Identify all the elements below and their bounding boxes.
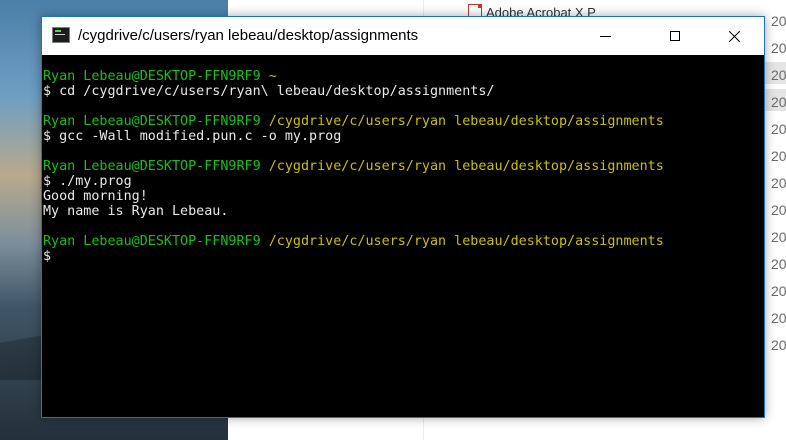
close-icon [729, 30, 741, 42]
prompt-line: Ryan Lebeau@DESKTOP-FFN9RF9 ~ [43, 69, 761, 84]
scrollbar-track[interactable] [754, 55, 763, 416]
minimize-button[interactable] [582, 17, 628, 55]
command-line: $ cd /cygdrive/c/users/ryan\ lebeau/desk… [43, 84, 761, 99]
command-line: $ ./my.prog [43, 174, 761, 189]
date-cell: 20 [771, 94, 786, 110]
close-button[interactable] [712, 17, 758, 55]
prompt-line: Ryan Lebeau@DESKTOP-FFN9RF9 /cygdrive/c/… [43, 234, 761, 249]
date-cell: 20 [771, 67, 786, 83]
minimize-icon [599, 35, 611, 37]
prompt-path: /cygdrive/c/users/ryan lebeau/desktop/as… [268, 234, 664, 249]
date-cell: 20 [771, 256, 786, 272]
window-title: /cygdrive/c/users/ryan lebeau/desktop/as… [78, 27, 419, 44]
date-cell: 20 [771, 148, 786, 164]
prompt-user-host: Ryan Lebeau@DESKTOP-FFN9RF9 [43, 159, 261, 174]
terminal-app-icon[interactable] [52, 27, 70, 43]
command-line: $ gcc -Wall modified.pun.c -o my.prog [43, 129, 761, 144]
date-cell: 20 [771, 310, 786, 326]
terminal-window[interactable]: /cygdrive/c/users/ryan lebeau/desktop/as… [41, 16, 765, 418]
date-cell: 20 [771, 337, 786, 353]
date-cell: 20 [771, 13, 786, 29]
prompt-line: Ryan Lebeau@DESKTOP-FFN9RF9 /cygdrive/c/… [43, 114, 761, 129]
command-text: $ cd /cygdrive/c/users/ryan\ lebeau/desk… [43, 84, 495, 99]
date-cell: 20 [771, 121, 786, 137]
prompt-user-host: Ryan Lebeau@DESKTOP-FFN9RF9 [43, 69, 261, 84]
prompt-path: ~ [268, 69, 277, 84]
output-text: Good morning! [43, 189, 148, 204]
maximize-icon [670, 31, 680, 41]
date-cell: 20 [771, 175, 786, 191]
output-line: My name is Ryan Lebeau. [43, 204, 761, 219]
output-line: Good morning! [43, 189, 761, 204]
command-line: $ [43, 249, 761, 264]
date-cell: 20 [771, 40, 786, 56]
maximize-button[interactable] [652, 17, 698, 55]
prompt-path: /cygdrive/c/users/ryan lebeau/desktop/as… [268, 159, 664, 174]
prompt-user-host: Ryan Lebeau@DESKTOP-FFN9RF9 [43, 114, 261, 129]
date-modified-column: 20 20 20 20 20 20 20 20 20 20 20 20 20 [771, 8, 786, 359]
date-cell: 20 [771, 202, 786, 218]
output-text: My name is Ryan Lebeau. [43, 204, 229, 219]
prompt-user-host: Ryan Lebeau@DESKTOP-FFN9RF9 [43, 234, 261, 249]
terminal-output[interactable]: Ryan Lebeau@DESKTOP-FFN9RF9 ~ $ cd /cygdr… [43, 69, 761, 414]
prompt-line: Ryan Lebeau@DESKTOP-FFN9RF9 /cygdrive/c/… [43, 159, 761, 174]
command-text: $ ./my.prog [43, 174, 132, 189]
date-cell: 20 [771, 283, 786, 299]
prompt-path: /cygdrive/c/users/ryan lebeau/desktop/as… [268, 114, 664, 129]
command-text: $ gcc -Wall modified.pun.c -o my.prog [43, 129, 342, 144]
title-bar[interactable]: /cygdrive/c/users/ryan lebeau/desktop/as… [42, 17, 764, 55]
date-cell: 20 [771, 229, 786, 245]
command-text: $ [43, 249, 52, 264]
